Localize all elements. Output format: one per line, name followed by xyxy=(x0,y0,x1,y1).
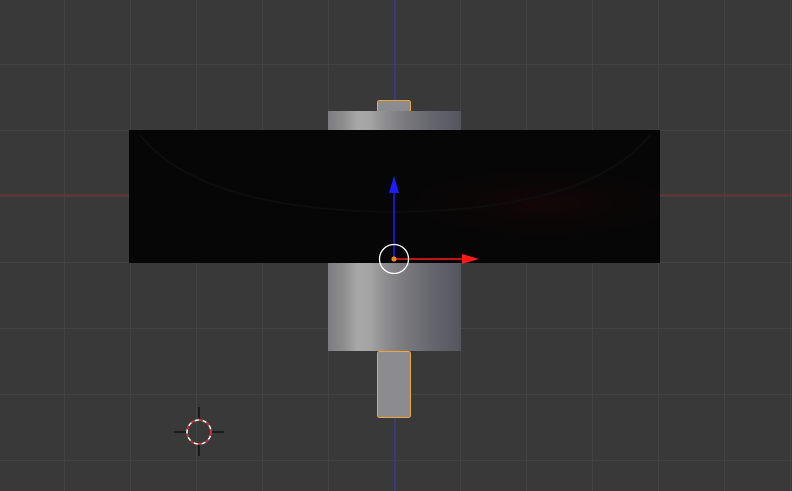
3d-viewport[interactable] xyxy=(0,0,792,491)
selected-shaft-bottom[interactable] xyxy=(377,351,411,418)
3d-cursor-icon[interactable] xyxy=(174,407,224,456)
pivot-point-icon xyxy=(391,256,397,262)
viewport-scene[interactable] xyxy=(0,0,792,491)
